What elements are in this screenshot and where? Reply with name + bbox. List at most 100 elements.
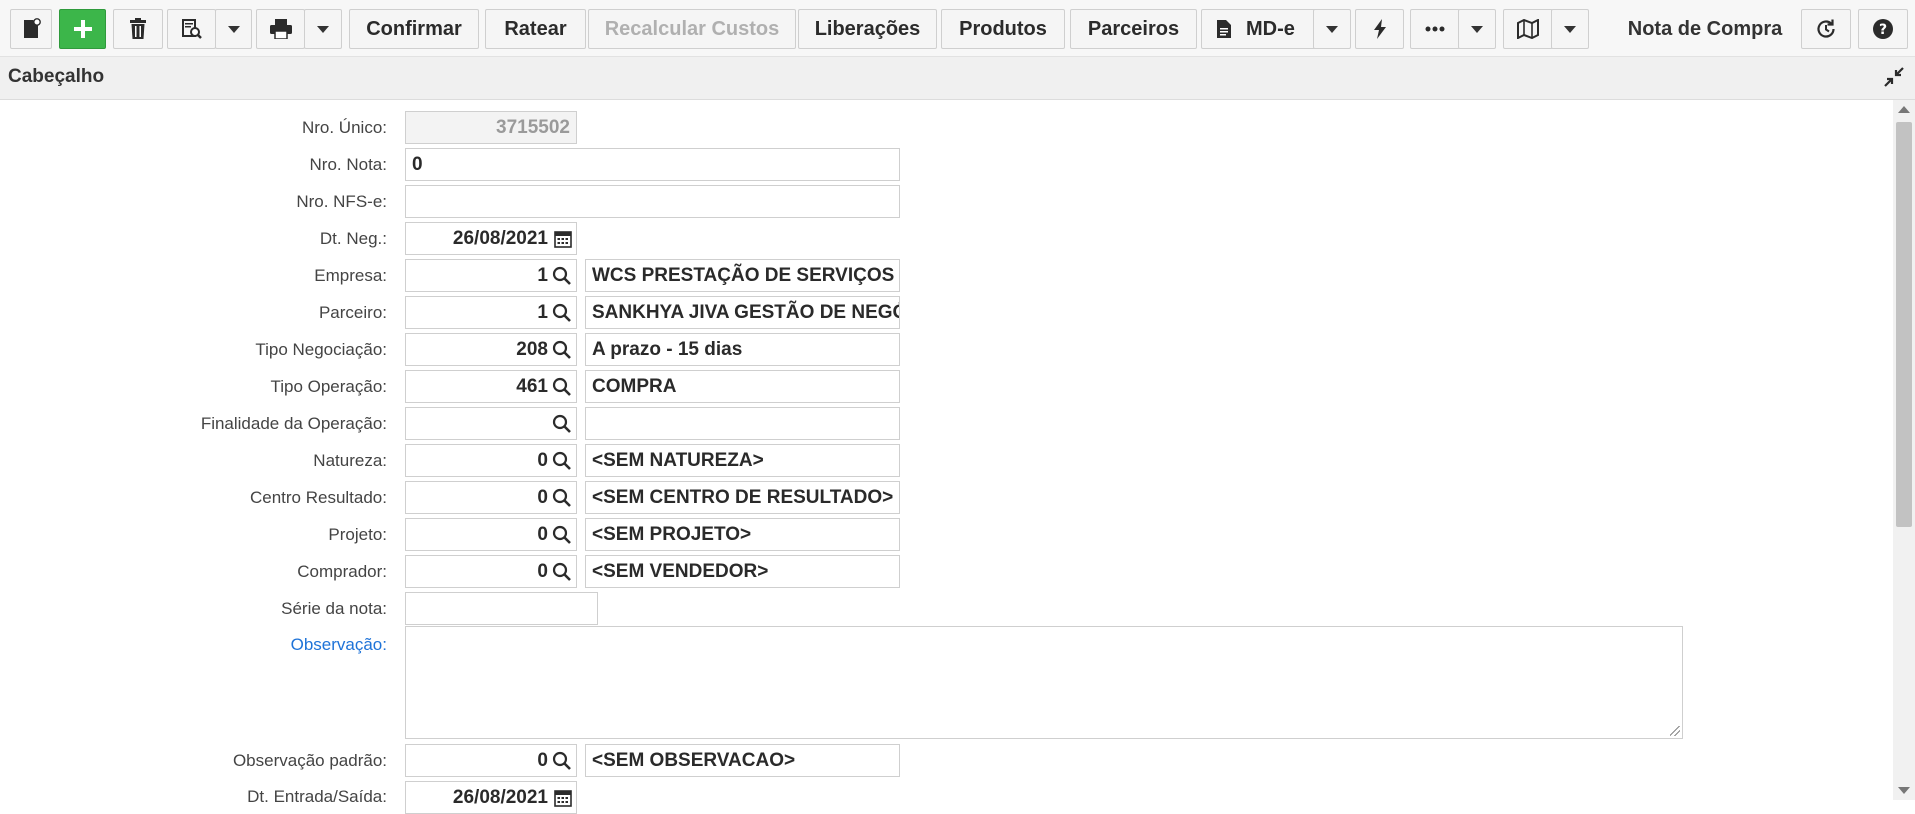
- liberacoes-button[interactable]: Liberações: [798, 9, 937, 49]
- serie-field[interactable]: [405, 592, 598, 625]
- calendar-icon[interactable]: [554, 230, 572, 248]
- scroll-up-icon[interactable]: [1898, 106, 1910, 113]
- search-icon[interactable]: [552, 488, 572, 508]
- nro-nota-label: Nro. Nota:: [309, 155, 387, 174]
- ratear-button[interactable]: Ratear: [485, 9, 586, 49]
- section-title: Cabeçalho: [8, 66, 105, 87]
- preview-button[interactable]: [167, 9, 216, 49]
- plus-icon: [73, 20, 92, 38]
- comprador-code: 0: [537, 560, 548, 582]
- comprador-code-field[interactable]: 0: [405, 555, 577, 588]
- tipo-negociacao-label: Tipo Negociação:: [255, 340, 387, 359]
- document-icon: [1217, 20, 1231, 38]
- print-dropdown[interactable]: [304, 9, 342, 49]
- lightning-icon: [1373, 19, 1386, 39]
- dt-neg-field[interactable]: 26/08/2021: [405, 222, 577, 255]
- refresh-button[interactable]: [1801, 9, 1851, 49]
- scroll-down-icon[interactable]: [1898, 787, 1910, 794]
- empresa-label: Empresa:: [314, 266, 387, 285]
- tipo-operacao-code-field[interactable]: 461: [405, 370, 577, 403]
- parceiro-code: 1: [537, 301, 548, 323]
- projeto-code-field[interactable]: 0: [405, 518, 577, 551]
- new-document-button[interactable]: [10, 9, 52, 49]
- resize-grip-icon[interactable]: [1670, 726, 1680, 736]
- nro-unico-field: 3715502: [405, 111, 577, 144]
- search-icon[interactable]: [552, 414, 572, 434]
- tipo-operacao-description: COMPRA: [585, 370, 900, 403]
- projeto-label: Projeto:: [328, 525, 387, 544]
- scrollbar-thumb[interactable]: [1896, 122, 1912, 527]
- tipo-operacao-code: 461: [516, 375, 548, 397]
- observacao-label[interactable]: Observação:: [291, 635, 387, 655]
- tipo-negociacao-code-field[interactable]: 208: [405, 333, 577, 366]
- obs-padrao-description: <SEM OBSERVACAO>: [585, 744, 900, 777]
- produtos-button[interactable]: Produtos: [941, 9, 1065, 49]
- print-button[interactable]: [256, 9, 305, 49]
- more-dropdown[interactable]: [1458, 9, 1496, 49]
- search-icon[interactable]: [552, 303, 572, 323]
- nro-nfse-label: Nro. NFS-e:: [296, 192, 387, 211]
- vertical-scrollbar[interactable]: [1893, 100, 1915, 800]
- finalidade-label: Finalidade da Operação:: [200, 414, 387, 433]
- nro-unico-label: Nro. Único:: [301, 118, 387, 137]
- natureza-code: 0: [537, 449, 548, 471]
- map-dropdown[interactable]: [1551, 9, 1589, 49]
- obs-padrao-code-field[interactable]: 0: [405, 744, 577, 777]
- projeto-code: 0: [537, 523, 548, 545]
- recalcular-custos-button[interactable]: Recalcular Custos: [588, 9, 796, 49]
- observacao-textarea[interactable]: [405, 626, 1683, 739]
- search-icon[interactable]: [552, 451, 572, 471]
- parceiro-code-field[interactable]: 1: [405, 296, 577, 329]
- more-button[interactable]: [1410, 9, 1460, 49]
- search-icon[interactable]: [552, 751, 572, 771]
- dt-neg-value: 26/08/2021: [452, 227, 548, 249]
- calendar-icon[interactable]: [554, 789, 572, 807]
- natureza-label: Natureza:: [313, 451, 387, 470]
- chevron-down-icon: [227, 25, 240, 33]
- natureza-code-field[interactable]: 0: [405, 444, 577, 477]
- comprador-label: Comprador:: [297, 562, 387, 581]
- preview-dropdown[interactable]: [215, 9, 252, 49]
- screen-title: Nota de Compra: [1627, 17, 1783, 40]
- nro-nota-field[interactable]: 0: [405, 148, 900, 181]
- centro-resultado-code-field[interactable]: 0: [405, 481, 577, 514]
- dt-entrada-field[interactable]: 26/08/2021: [405, 781, 577, 814]
- tipo-negociacao-code: 208: [516, 338, 548, 360]
- help-icon: ?: [1873, 19, 1893, 39]
- add-button[interactable]: [59, 9, 106, 49]
- search-icon[interactable]: [552, 266, 572, 286]
- delete-button[interactable]: [113, 9, 163, 49]
- empresa-code: 1: [537, 264, 548, 286]
- chevron-down-icon: [1326, 25, 1338, 33]
- section-header: Cabeçalho: [0, 57, 1915, 100]
- comprador-description: <SEM VENDEDOR>: [585, 555, 900, 588]
- chevron-down-icon: [1471, 25, 1483, 33]
- trash-icon: [130, 18, 146, 39]
- mde-dropdown[interactable]: [1313, 9, 1351, 49]
- nro-nfse-field[interactable]: [405, 185, 900, 218]
- mde-label: MD-e: [1246, 17, 1295, 40]
- empresa-code-field[interactable]: 1: [405, 259, 577, 292]
- ellipsis-icon: [1425, 26, 1445, 32]
- collapse-button[interactable]: [1883, 66, 1905, 93]
- tipo-operacao-label: Tipo Operação:: [270, 377, 387, 396]
- actions-button[interactable]: [1355, 9, 1404, 49]
- centro-resultado-label: Centro Resultado:: [249, 488, 387, 507]
- search-icon[interactable]: [552, 377, 572, 397]
- map-button[interactable]: [1503, 9, 1553, 49]
- help-button[interactable]: ?: [1858, 9, 1908, 49]
- serie-label: Série da nota:: [281, 599, 387, 618]
- search-icon[interactable]: [552, 562, 572, 582]
- projeto-description: <SEM PROJETO>: [585, 518, 900, 551]
- natureza-description: <SEM NATUREZA>: [585, 444, 900, 477]
- search-icon[interactable]: [552, 525, 572, 545]
- parceiros-button[interactable]: Parceiros: [1070, 9, 1197, 49]
- confirmar-button[interactable]: Confirmar: [349, 9, 479, 49]
- map-icon: [1517, 19, 1539, 39]
- finalidade-code-field[interactable]: [405, 407, 577, 440]
- collapse-icon: [1884, 67, 1904, 87]
- mde-button[interactable]: MD-e: [1201, 9, 1316, 49]
- search-icon[interactable]: [552, 340, 572, 360]
- parceiro-label: Parceiro:: [318, 303, 387, 322]
- centro-resultado-description: <SEM CENTRO DE RESULTADO>: [585, 481, 900, 514]
